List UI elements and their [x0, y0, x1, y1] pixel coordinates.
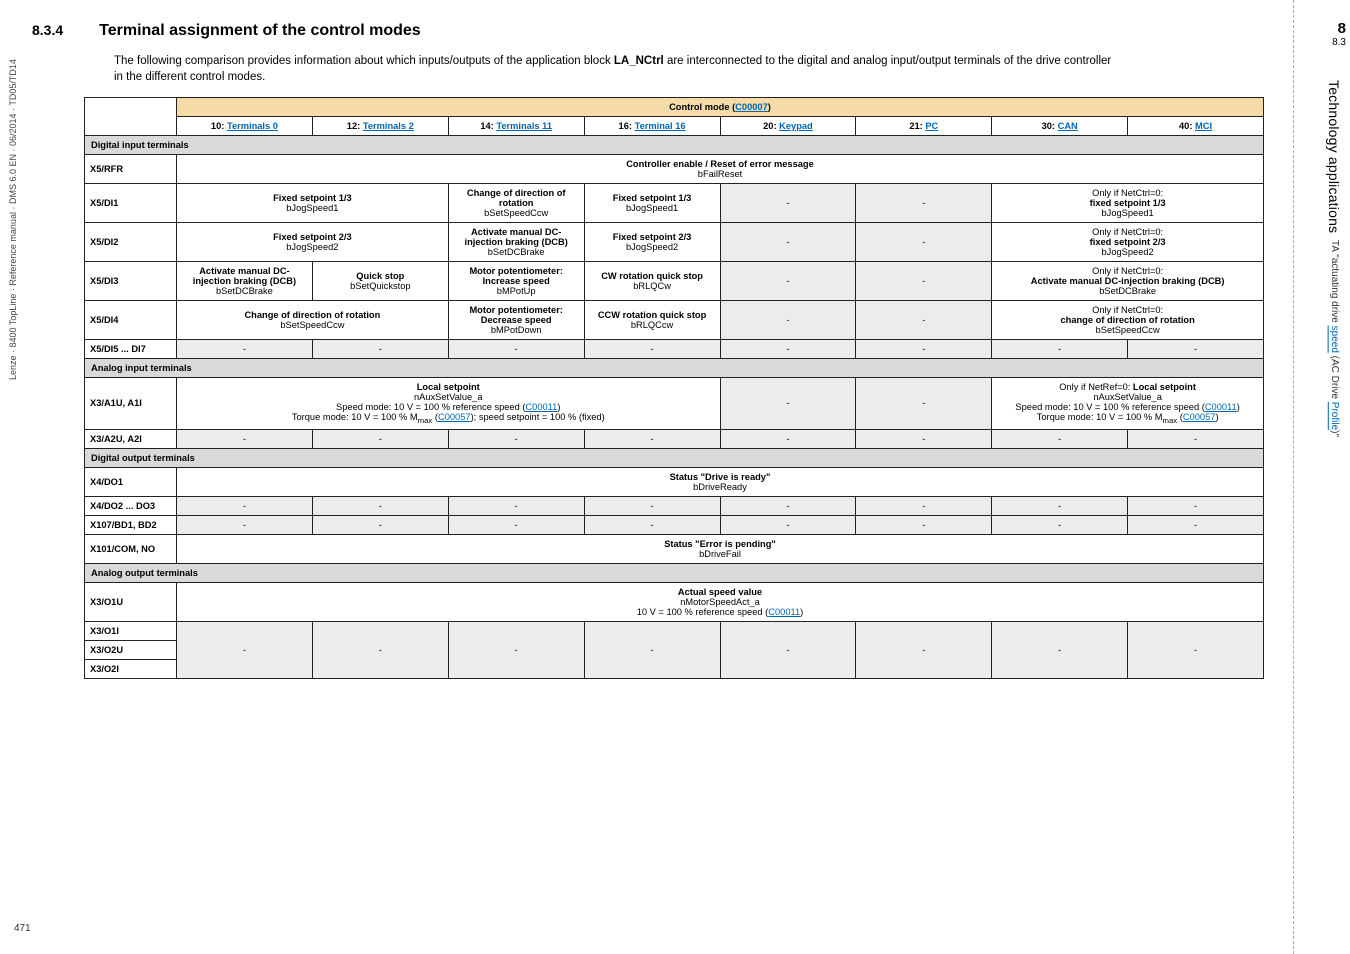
row-x101: X101/COM, NO — [85, 534, 177, 563]
row-x5di3: X5/DI3 — [85, 262, 177, 301]
section-number: 8.3.4 — [32, 22, 63, 38]
row-x3o1i: X3/O1I — [85, 621, 177, 640]
hdr-digital-output: Digital output terminals — [85, 448, 1264, 467]
col-40: 40: MCI — [1128, 117, 1264, 136]
hdr-analog-output: Analog output terminals — [85, 563, 1264, 582]
right-rail: 8 8.3 Technology applications TA "actuat… — [1293, 0, 1350, 954]
row-x107: X107/BD1, BD2 — [85, 515, 177, 534]
col-21: 21: PC — [856, 117, 992, 136]
footer-side-text: Lenze · 8400 TopLine · Reference manual … — [8, 59, 18, 380]
col-20: 20: Keypad — [720, 117, 856, 136]
control-mode-header: Control mode (C00007) — [177, 98, 1264, 117]
col-16: 16: Terminal 16 — [584, 117, 720, 136]
row-x5di2: X5/DI2 — [85, 223, 177, 262]
intro-text: The following comparison provides inform… — [114, 54, 1114, 85]
col-30: 30: CAN — [992, 117, 1128, 136]
row-x3o1u: X3/O1U — [85, 582, 177, 621]
row-x4do2: X4/DO2 ... DO3 — [85, 496, 177, 515]
link-c00007[interactable]: C00007 — [735, 102, 768, 112]
row-x3a1u: X3/A1U, A1I — [85, 378, 177, 430]
row-x5di1: X5/DI1 — [85, 184, 177, 223]
row-x4do1: X4/DO1 — [85, 467, 177, 496]
row-x5rfr: X5/RFR — [85, 155, 177, 184]
rail-title: Technology applications — [1326, 80, 1342, 233]
col-10: 10: Terminals 0 — [177, 117, 313, 136]
row-x5di5: X5/DI5 ... DI7 — [85, 340, 177, 359]
col-14: 14: Terminals 11 — [448, 117, 584, 136]
page-number: 471 — [14, 923, 31, 934]
row-x3a2u: X3/A2U, A2I — [85, 429, 177, 448]
rail-subtitle: TA "actuating drive speed (AC Drive Prof… — [1329, 240, 1340, 437]
row-x3o2u: X3/O2U — [85, 640, 177, 659]
terminal-table: Control mode (C00007) 10: Terminals 0 12… — [84, 97, 1264, 679]
col-12: 12: Terminals 2 — [312, 117, 448, 136]
subchapter-number: 8.3 — [1332, 37, 1346, 48]
row-x5di4: X5/DI4 — [85, 301, 177, 340]
section-title: Terminal assignment of the control modes — [99, 22, 421, 40]
hdr-digital-input: Digital input terminals — [85, 136, 1264, 155]
row-x3o2i: X3/O2I — [85, 659, 177, 678]
hdr-analog-input: Analog input terminals — [85, 359, 1264, 378]
chapter-number: 8 — [1332, 20, 1346, 37]
